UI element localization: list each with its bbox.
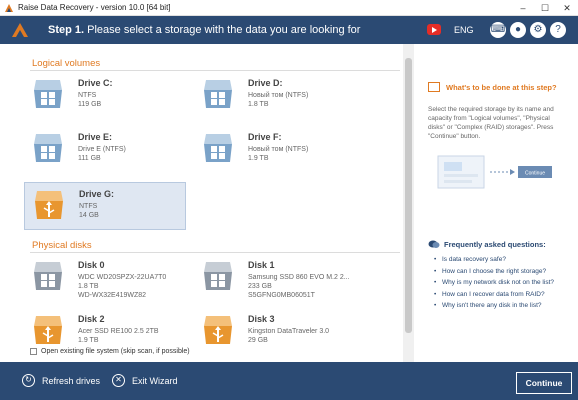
raise-logo-icon bbox=[12, 23, 28, 37]
logical-volumes-title: Logical volumes bbox=[32, 58, 101, 69]
disk-size: 29 GB bbox=[248, 337, 268, 344]
gear-icon[interactable]: ⚙ bbox=[530, 22, 546, 38]
window-controls: – ☐ ✕ bbox=[512, 0, 578, 16]
open-existing-label: Open existing file system (skip scan, if… bbox=[41, 348, 190, 355]
drive-name: Drive C: bbox=[78, 78, 113, 88]
faq-link[interactable]: How can I recover data from RAID? bbox=[434, 289, 554, 301]
drive-filesystem: NTFS bbox=[79, 203, 98, 210]
faq-link[interactable]: Why is my network disk not on the list? bbox=[434, 277, 554, 289]
disk-name: Disk 3 bbox=[248, 314, 275, 324]
help-text: Select the required storage by its name … bbox=[428, 106, 554, 140]
disk-model: Acer SSD RE100 2.5 2TB bbox=[78, 328, 159, 335]
exit-label: Exit Wizard bbox=[132, 375, 178, 386]
refresh-icon: ↻ bbox=[22, 374, 35, 387]
hard-disk-icon bbox=[200, 258, 236, 294]
title-bar: Raise Data Recovery - version 10.0 [64 b… bbox=[0, 0, 578, 16]
windows-drive-icon bbox=[200, 76, 236, 112]
disk-model: WDC WD20SPZX-22UA7T0 bbox=[78, 274, 167, 281]
drive-tile[interactable]: Drive E: Drive E (NTFS) 111 GB bbox=[24, 126, 186, 174]
minimize-button[interactable]: – bbox=[512, 0, 534, 16]
usb-disk-icon bbox=[30, 312, 66, 348]
drive-size: 14 GB bbox=[79, 212, 99, 219]
wizard-header: Step 1. Please select a storage with the… bbox=[0, 16, 578, 44]
disk-model: Samsung SSD 860 EVO M.2 2... bbox=[248, 274, 350, 281]
maximize-button[interactable]: ☐ bbox=[534, 0, 556, 16]
disk-tile[interactable]: Disk 3 Kingston DataTraveler 3.0 29 GB bbox=[194, 308, 356, 356]
divider bbox=[30, 70, 400, 71]
usb-disk-icon bbox=[200, 312, 236, 348]
scrollbar-thumb[interactable] bbox=[405, 58, 412, 333]
usb-drive-icon bbox=[31, 187, 67, 223]
disk-serial: WD-WX32E419WZ82 bbox=[78, 292, 147, 299]
faq-link[interactable]: Is data recovery safe? bbox=[434, 254, 554, 266]
open-existing-checkbox[interactable]: Open existing file system (skip scan, if… bbox=[30, 348, 190, 355]
disk-size: 1.8 TB bbox=[78, 283, 99, 290]
close-circle-icon: ✕ bbox=[112, 374, 125, 387]
keyboard-icon[interactable]: ⌨ bbox=[490, 22, 506, 38]
info-icon bbox=[428, 82, 440, 92]
disk-name: Disk 1 bbox=[248, 260, 275, 270]
drive-name: Drive E: bbox=[78, 132, 113, 142]
drive-filesystem: Новый том (NTFS) bbox=[248, 92, 309, 99]
disk-name: Disk 0 bbox=[78, 260, 105, 270]
window-title: Raise Data Recovery - version 10.0 [64 b… bbox=[18, 3, 171, 12]
drive-filesystem: Новый том (NTFS) bbox=[248, 146, 309, 153]
drive-size: 119 GB bbox=[78, 101, 102, 108]
windows-drive-icon bbox=[30, 130, 66, 166]
step-label: Step 1. bbox=[48, 24, 85, 36]
continue-button[interactable]: Continue bbox=[516, 372, 572, 394]
disk-name: Disk 2 bbox=[78, 314, 105, 324]
drive-filesystem: Drive E (NTFS) bbox=[78, 146, 126, 153]
faq-title: Frequently asked questions: bbox=[444, 240, 546, 249]
checkbox-box[interactable] bbox=[30, 348, 37, 355]
faq-link[interactable]: Why isn't there any disk in the list? bbox=[434, 300, 554, 312]
drive-size: 1.8 TB bbox=[248, 101, 269, 108]
refresh-drives-button[interactable]: ↻ Refresh drives bbox=[22, 374, 100, 387]
app-icon bbox=[5, 4, 13, 12]
user-icon[interactable]: ● bbox=[510, 22, 526, 38]
drive-size: 111 GB bbox=[78, 155, 101, 162]
disk-model: Kingston DataTraveler 3.0 bbox=[248, 328, 330, 335]
drive-tile[interactable]: Drive C: NTFS 119 GB bbox=[24, 72, 186, 120]
youtube-icon[interactable] bbox=[427, 24, 441, 35]
windows-drive-icon bbox=[200, 130, 236, 166]
disk-size: 1.9 TB bbox=[78, 337, 99, 344]
drive-filesystem: NTFS bbox=[78, 92, 97, 99]
drive-name: Drive G: bbox=[79, 189, 115, 199]
exit-wizard-button[interactable]: ✕ Exit Wizard bbox=[112, 374, 178, 387]
close-button[interactable]: ✕ bbox=[556, 0, 578, 16]
drive-size: 1.9 TB bbox=[248, 155, 269, 162]
illus-continue-text: Continue bbox=[525, 171, 545, 177]
step-text: Please select a storage with the data yo… bbox=[84, 24, 361, 36]
hard-disk-icon bbox=[30, 258, 66, 294]
drive-tile[interactable]: Drive D: Новый том (NTFS) 1.8 TB bbox=[194, 72, 356, 120]
drive-name: Drive D: bbox=[248, 78, 283, 88]
drive-name: Drive F: bbox=[248, 132, 282, 142]
wizard-footer: ↻ Refresh drives ✕ Exit Wizard Continue bbox=[0, 362, 578, 400]
help-title: What's to be done at this step? bbox=[446, 83, 557, 92]
windows-drive-icon bbox=[30, 76, 66, 112]
language-selector[interactable]: ENG bbox=[454, 25, 474, 35]
drive-tile[interactable]: Drive F: Новый том (NTFS) 1.9 TB bbox=[194, 126, 356, 174]
faq-link[interactable]: How can I choose the right storage? bbox=[434, 266, 554, 278]
disk-serial: S5GFNG0MB06051T bbox=[248, 292, 315, 299]
step-title: Step 1. Please select a storage with the… bbox=[48, 24, 360, 36]
faq-list: Is data recovery safe?How can I choose t… bbox=[434, 254, 554, 312]
divider bbox=[30, 252, 400, 253]
disk-tile[interactable]: Disk 1 Samsung SSD 860 EVO M.2 2... 233 GB… bbox=[194, 254, 356, 302]
drive-tile[interactable]: Drive G: NTFS 14 GB bbox=[24, 182, 186, 230]
help-icon[interactable]: ? bbox=[550, 22, 566, 38]
refresh-label: Refresh drives bbox=[42, 375, 101, 386]
physical-disks-title: Physical disks bbox=[32, 240, 92, 251]
disk-tile[interactable]: Disk 0 WDC WD20SPZX-22UA7T0 1.8 TB WD-WX32E… bbox=[24, 254, 186, 302]
illustration-image: Continue bbox=[437, 155, 552, 189]
faq-icon bbox=[428, 240, 440, 248]
disk-size: 233 GB bbox=[248, 283, 272, 290]
